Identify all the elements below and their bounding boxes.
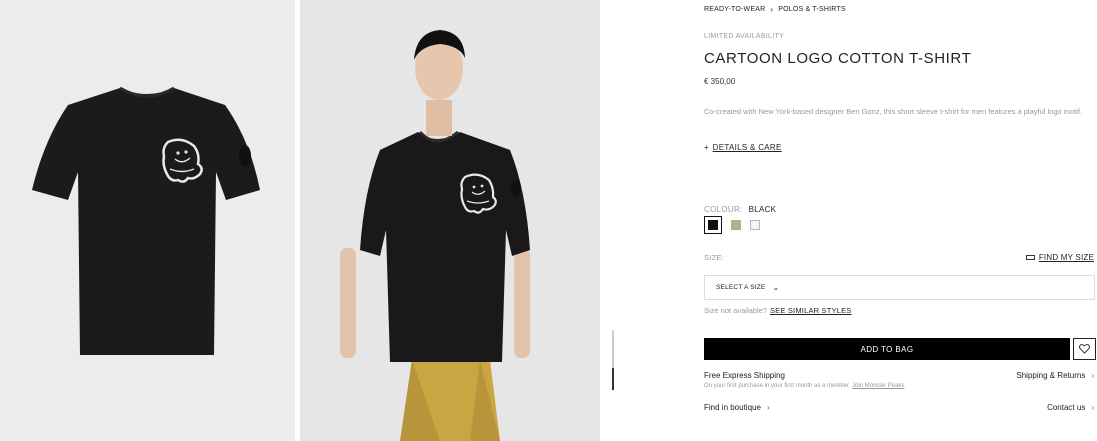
colour-selected-value: BLACK xyxy=(748,205,777,214)
shipping-returns-link[interactable]: Shipping & Returns › xyxy=(1016,371,1094,380)
ruler-icon xyxy=(1025,255,1035,260)
model-graphic xyxy=(340,30,530,441)
chevron-right-icon: › xyxy=(1091,403,1094,412)
details-care-label: DETAILS & CARE xyxy=(712,143,782,152)
free-shipping-subtitle-text: On your first purchase in your first mon… xyxy=(704,383,851,389)
chevron-down-icon: ⌄ xyxy=(772,283,780,292)
product-description: Co-created with New York-based designer … xyxy=(704,107,1083,116)
find-my-size-link[interactable]: FIND MY SIZE xyxy=(1025,253,1094,262)
heart-icon xyxy=(1079,344,1090,354)
product-details: READY-TO-WEAR › POLOS & T-SHIRTS LIMITED… xyxy=(704,0,1096,441)
availability-label: LIMITED AVAILABILITY xyxy=(704,33,785,40)
join-peaks-link[interactable]: Join Moncler Peaks xyxy=(852,383,904,389)
product-image-flat[interactable] xyxy=(0,0,295,441)
chevron-right-icon: › xyxy=(1091,371,1094,380)
details-care-toggle[interactable]: + DETAILS & CARE xyxy=(704,143,782,152)
contact-us-label: Contact us xyxy=(1047,403,1086,412)
tshirt-flat-graphic xyxy=(32,86,260,355)
swatch-black[interactable] xyxy=(704,216,722,234)
size-select[interactable]: SELECT A SIZE ⌄ xyxy=(704,275,1095,300)
free-shipping-title: Free Express Shipping xyxy=(704,371,785,380)
wishlist-button[interactable] xyxy=(1073,338,1096,360)
product-title: CARTOON LOGO COTTON T-SHIRT xyxy=(704,50,972,67)
product-price: € 350,00 xyxy=(704,77,736,86)
size-not-available: Size not available? SEE SIMILAR STYLES xyxy=(704,306,852,315)
size-select-placeholder: SELECT A SIZE xyxy=(716,284,766,291)
size-label: SIZE: xyxy=(704,253,725,262)
swatch-white[interactable] xyxy=(750,220,760,230)
colour-row: COLOUR: BLACK xyxy=(704,205,776,214)
breadcrumb-ready-to-wear[interactable]: READY-TO-WEAR xyxy=(704,6,765,13)
find-in-boutique-link[interactable]: Find in boutique › xyxy=(704,403,770,412)
find-my-size-label: FIND MY SIZE xyxy=(1038,253,1094,262)
plus-icon: + xyxy=(704,143,709,152)
add-to-bag-button[interactable]: ADD TO BAG xyxy=(704,338,1070,360)
product-image-model[interactable] xyxy=(300,0,600,441)
swatch-beige[interactable] xyxy=(731,220,741,230)
find-in-boutique-label: Find in boutique xyxy=(704,403,761,412)
free-shipping-subtitle: On your first purchase in your first mon… xyxy=(704,383,904,389)
gallery-scroll-thumb[interactable] xyxy=(612,368,614,390)
chevron-right-icon: › xyxy=(766,403,770,412)
colour-swatches xyxy=(704,216,760,234)
shipping-returns-label: Shipping & Returns xyxy=(1016,371,1086,380)
colour-label: COLOUR: xyxy=(704,205,743,214)
size-not-available-text: Size not available? xyxy=(704,306,767,315)
breadcrumb: READY-TO-WEAR › POLOS & T-SHIRTS xyxy=(704,5,846,14)
see-similar-styles-link[interactable]: SEE SIMILAR STYLES xyxy=(770,306,852,315)
contact-us-link[interactable]: Contact us › xyxy=(1047,403,1094,412)
breadcrumb-separator: › xyxy=(770,5,774,14)
breadcrumb-polos-tshirts[interactable]: POLOS & T-SHIRTS xyxy=(778,6,846,13)
swatch-black-fill xyxy=(708,220,718,230)
